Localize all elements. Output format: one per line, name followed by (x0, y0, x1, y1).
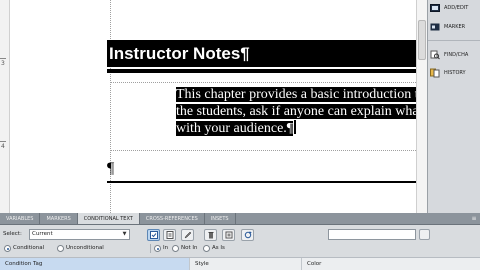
ruler-tick (0, 58, 6, 59)
conditional-text-panel: VARIABLES MARKERS CONDITIONAL TEXT CROSS… (0, 213, 480, 270)
filter-divider (150, 244, 151, 253)
ruler-number: 3 (1, 60, 5, 67)
not-in-label: Not In (181, 245, 198, 251)
show-hide-icon (225, 231, 232, 239)
side-divider (428, 40, 480, 41)
text-cursor (294, 120, 297, 134)
conditional-label: Conditional (13, 245, 45, 251)
column-color[interactable]: Color (302, 258, 480, 270)
panel-menu-icon[interactable]: ≡ (468, 213, 480, 224)
column-condition-tag[interactable]: Condition Tag (0, 258, 190, 270)
selected-body-text[interactable]: This chapter provides a basic introducti… (176, 86, 416, 138)
pilcrow-mark: ¶ (286, 121, 294, 136)
ruler-tick (0, 141, 6, 142)
unconditional-radio[interactable] (57, 245, 64, 252)
frame-guide (110, 150, 416, 151)
refresh-button[interactable] (241, 229, 254, 241)
marker-icon (430, 23, 440, 31)
apply-tag-icon (149, 231, 158, 239)
new-tag-icon (166, 231, 173, 239)
filter-row: Conditional Unconditional In Not In As I… (0, 243, 480, 254)
vertical-ruler: 3 4 (0, 0, 10, 213)
frame-guide (110, 82, 416, 83)
edit-tag-button[interactable] (181, 229, 194, 241)
chevron-down-icon: ▼ (122, 231, 127, 237)
in-radio[interactable] (154, 245, 161, 252)
as-is-label: As Is (212, 245, 225, 251)
edit-tag-icon (183, 231, 191, 239)
side-item-add-edit[interactable]: ADD/EDIT (430, 1, 480, 15)
side-item-find-change[interactable]: FIND/CHA (430, 48, 480, 62)
tab-markers[interactable]: MARKERS (40, 213, 78, 224)
find-change-icon (430, 50, 440, 60)
delete-tag-button[interactable] (204, 229, 217, 241)
vertical-scrollbar[interactable] (416, 0, 427, 213)
new-tag-button[interactable] (163, 229, 176, 241)
side-item-label: HISTORY (444, 70, 466, 76)
unconditional-label: Unconditional (66, 245, 104, 251)
side-item-marker[interactable]: MARKER (430, 20, 480, 34)
tab-variables[interactable]: VARIABLES (0, 213, 41, 224)
in-label: In (163, 245, 169, 251)
tag-table-header: Condition Tag Style Color (0, 257, 480, 270)
select-dropdown[interactable]: Current ▼ (29, 229, 130, 240)
side-item-label: ADD/EDIT (444, 5, 469, 11)
heading-rule (107, 69, 416, 73)
side-panel: ADD/EDIT MARKER FIND/CHA HISTORY (427, 0, 480, 213)
column-style[interactable]: Style (190, 258, 302, 270)
show-hide-button[interactable] (222, 229, 235, 241)
side-item-history[interactable]: HISTORY (430, 66, 480, 80)
as-is-radio[interactable] (203, 245, 210, 252)
document-canvas[interactable]: 3 4 Instructor Notes¶ This chapter provi… (0, 0, 427, 213)
ruler-number: 4 (1, 143, 5, 150)
scrollbar-thumb[interactable] (418, 20, 426, 60)
bottom-rule (107, 181, 416, 183)
select-label: Select: (3, 231, 22, 237)
body-line[interactable]: This chapter provides a basic introducti… (176, 87, 416, 102)
side-item-label: FIND/CHA (444, 52, 469, 58)
conditional-radio[interactable] (4, 245, 11, 252)
tab-cross-references[interactable]: CROSS-REFERENCES (140, 213, 205, 224)
panel-toolbar: Select: Current ▼ (0, 228, 480, 242)
tab-insets[interactable]: INSETS (205, 213, 236, 224)
search-input[interactable] (328, 229, 416, 240)
not-in-radio[interactable] (172, 245, 179, 252)
body-line[interactable]: with your audience. (176, 121, 287, 136)
select-value: Current (32, 231, 53, 237)
panel-tab-bar: VARIABLES MARKERS CONDITIONAL TEXT CROSS… (0, 213, 480, 225)
refresh-icon (244, 231, 252, 239)
history-icon (430, 68, 440, 78)
tab-conditional-text[interactable]: CONDITIONAL TEXT (77, 213, 140, 224)
add-edit-icon (430, 4, 440, 12)
clear-search-icon[interactable] (419, 229, 430, 240)
delete-tag-icon (208, 232, 213, 239)
heading-instructor-notes[interactable]: Instructor Notes¶ (107, 40, 416, 67)
empty-paragraph[interactable]: ¶ (107, 160, 114, 178)
body-line[interactable]: the students, ask if anyone can explain … (176, 104, 416, 119)
apply-tag-button[interactable] (147, 229, 160, 241)
side-item-label: MARKER (444, 24, 466, 30)
